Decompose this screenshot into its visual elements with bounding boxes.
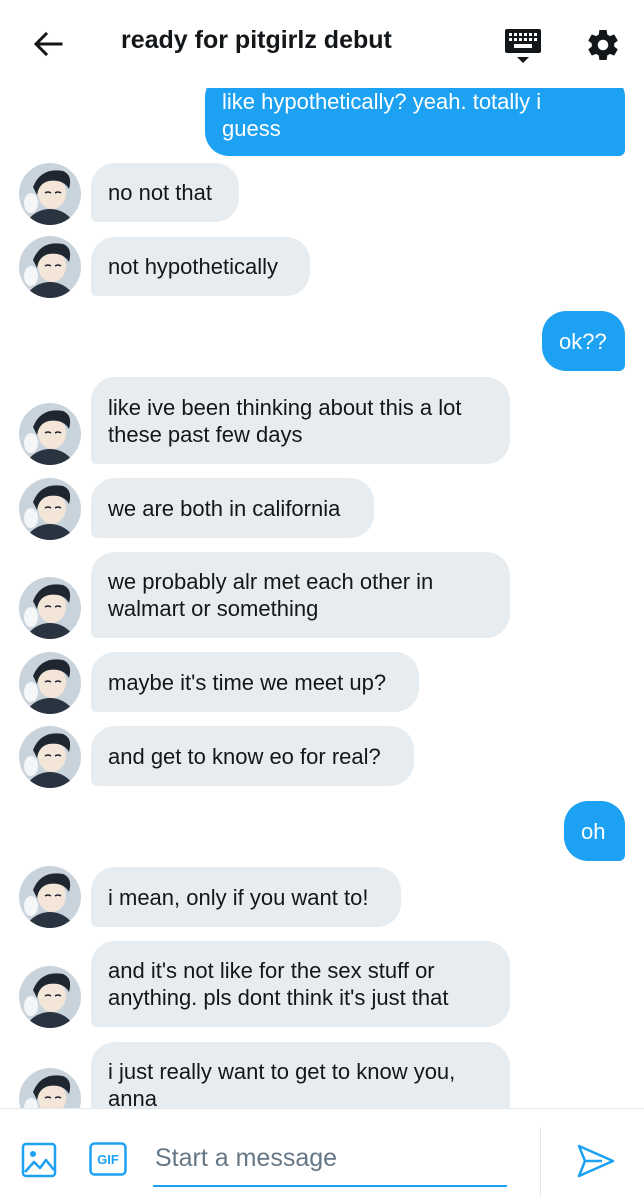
- composer-divider: [540, 1127, 541, 1197]
- add-media-button[interactable]: [21, 1142, 57, 1178]
- gif-icon: GIF: [89, 1142, 127, 1176]
- message-text: oh: [581, 818, 606, 844]
- avatar[interactable]: [19, 403, 81, 465]
- back-button[interactable]: [26, 22, 70, 66]
- avatar-image: [19, 478, 81, 540]
- conversation-header: ready for pitgirlz debut: [0, 0, 644, 88]
- keyboard-button[interactable]: [500, 24, 546, 68]
- avatar-image: [19, 726, 81, 788]
- message-text: not hypothetically: [108, 254, 278, 279]
- avatar[interactable]: [19, 577, 81, 639]
- avatar-image: [19, 577, 81, 639]
- message-line: these past few days: [108, 421, 303, 447]
- dm-conversation-screen: like hypothetically? yeah. totally i gue…: [0, 0, 644, 1200]
- message-line: guess: [222, 116, 281, 141]
- avatar-image: [19, 866, 81, 928]
- message-bubble-sent: ok??: [542, 311, 625, 371]
- message-list[interactable]: like hypothetically? yeah. totally i gue…: [0, 0, 644, 1108]
- arrow-left-icon: [33, 31, 63, 57]
- message-text: we are both in california: [108, 495, 341, 521]
- message-bubble-received: i just really want to get to know you, a…: [91, 1042, 510, 1108]
- message-text: no not that: [108, 180, 212, 205]
- message-input[interactable]: [153, 1131, 507, 1187]
- avatar-image: [19, 236, 81, 298]
- message-bubble-received: we are both in california: [91, 478, 374, 538]
- message-text: maybe it's time we meet up?: [108, 669, 387, 695]
- message-text: like ive been thinking about this a lot …: [108, 394, 461, 448]
- message-bubble-received: and it's not like for the sex stuff or a…: [91, 941, 510, 1027]
- keyboard-icon: [505, 29, 541, 63]
- message-line: i just really want to get to know you,: [108, 1059, 456, 1084]
- message-line: anything. pls dont think it's just that: [108, 985, 449, 1010]
- settings-button[interactable]: [580, 22, 626, 68]
- conversation-title: ready for pitgirlz debut: [121, 26, 392, 54]
- gif-button[interactable]: GIF: [89, 1142, 127, 1176]
- gear-icon: [588, 30, 618, 60]
- avatar[interactable]: [19, 966, 81, 1028]
- message-composer: GIF: [0, 1108, 644, 1200]
- avatar[interactable]: [19, 1068, 81, 1108]
- image-icon: [21, 1142, 57, 1178]
- send-icon: [577, 1144, 615, 1178]
- message-line: and it's not like for the sex stuff or: [108, 958, 435, 983]
- message-text: we probably alr met each other in walmar…: [108, 568, 433, 622]
- message-text: i just really want to get to know you, a…: [108, 1058, 455, 1108]
- message-text: like hypothetically? yeah. totally i gue…: [222, 88, 541, 142]
- avatar[interactable]: [19, 236, 81, 298]
- avatar[interactable]: [19, 652, 81, 714]
- message-line: like hypothetically? yeah. totally i: [222, 89, 542, 114]
- avatar-image: [19, 1068, 81, 1108]
- message-bubble-received: not hypothetically: [91, 237, 310, 296]
- gif-label: GIF: [97, 1152, 119, 1167]
- message-text: and it's not like for the sex stuff or a…: [108, 957, 449, 1011]
- send-button[interactable]: [576, 1143, 616, 1179]
- avatar[interactable]: [19, 478, 81, 540]
- avatar-image: [19, 163, 81, 225]
- message-text: i mean, only if you want to!: [108, 884, 369, 910]
- avatar[interactable]: [19, 866, 81, 928]
- message-bubble-received: and get to know eo for real?: [91, 726, 414, 786]
- message-text: ok??: [559, 328, 607, 354]
- message-bubble-received: no not that: [91, 163, 239, 222]
- message-line: like ive been thinking about this a lot: [108, 394, 462, 420]
- message-text: and get to know eo for real?: [108, 743, 381, 769]
- message-line: anna: [108, 1086, 157, 1108]
- message-line: walmart or something: [108, 596, 319, 621]
- message-bubble-received: maybe it's time we meet up?: [91, 652, 419, 712]
- message-bubble-received: we probably alr met each other in walmar…: [91, 552, 510, 638]
- message-bubble-received: like ive been thinking about this a lot …: [91, 377, 510, 464]
- message-bubble-received: i mean, only if you want to!: [91, 867, 401, 927]
- message-bubble-sent: oh: [564, 801, 625, 861]
- avatar[interactable]: [19, 163, 81, 225]
- avatar-image: [19, 652, 81, 714]
- avatar-image: [19, 403, 81, 465]
- avatar-image: [19, 966, 81, 1028]
- message-line: we probably alr met each other in: [108, 569, 434, 594]
- avatar[interactable]: [19, 726, 81, 788]
